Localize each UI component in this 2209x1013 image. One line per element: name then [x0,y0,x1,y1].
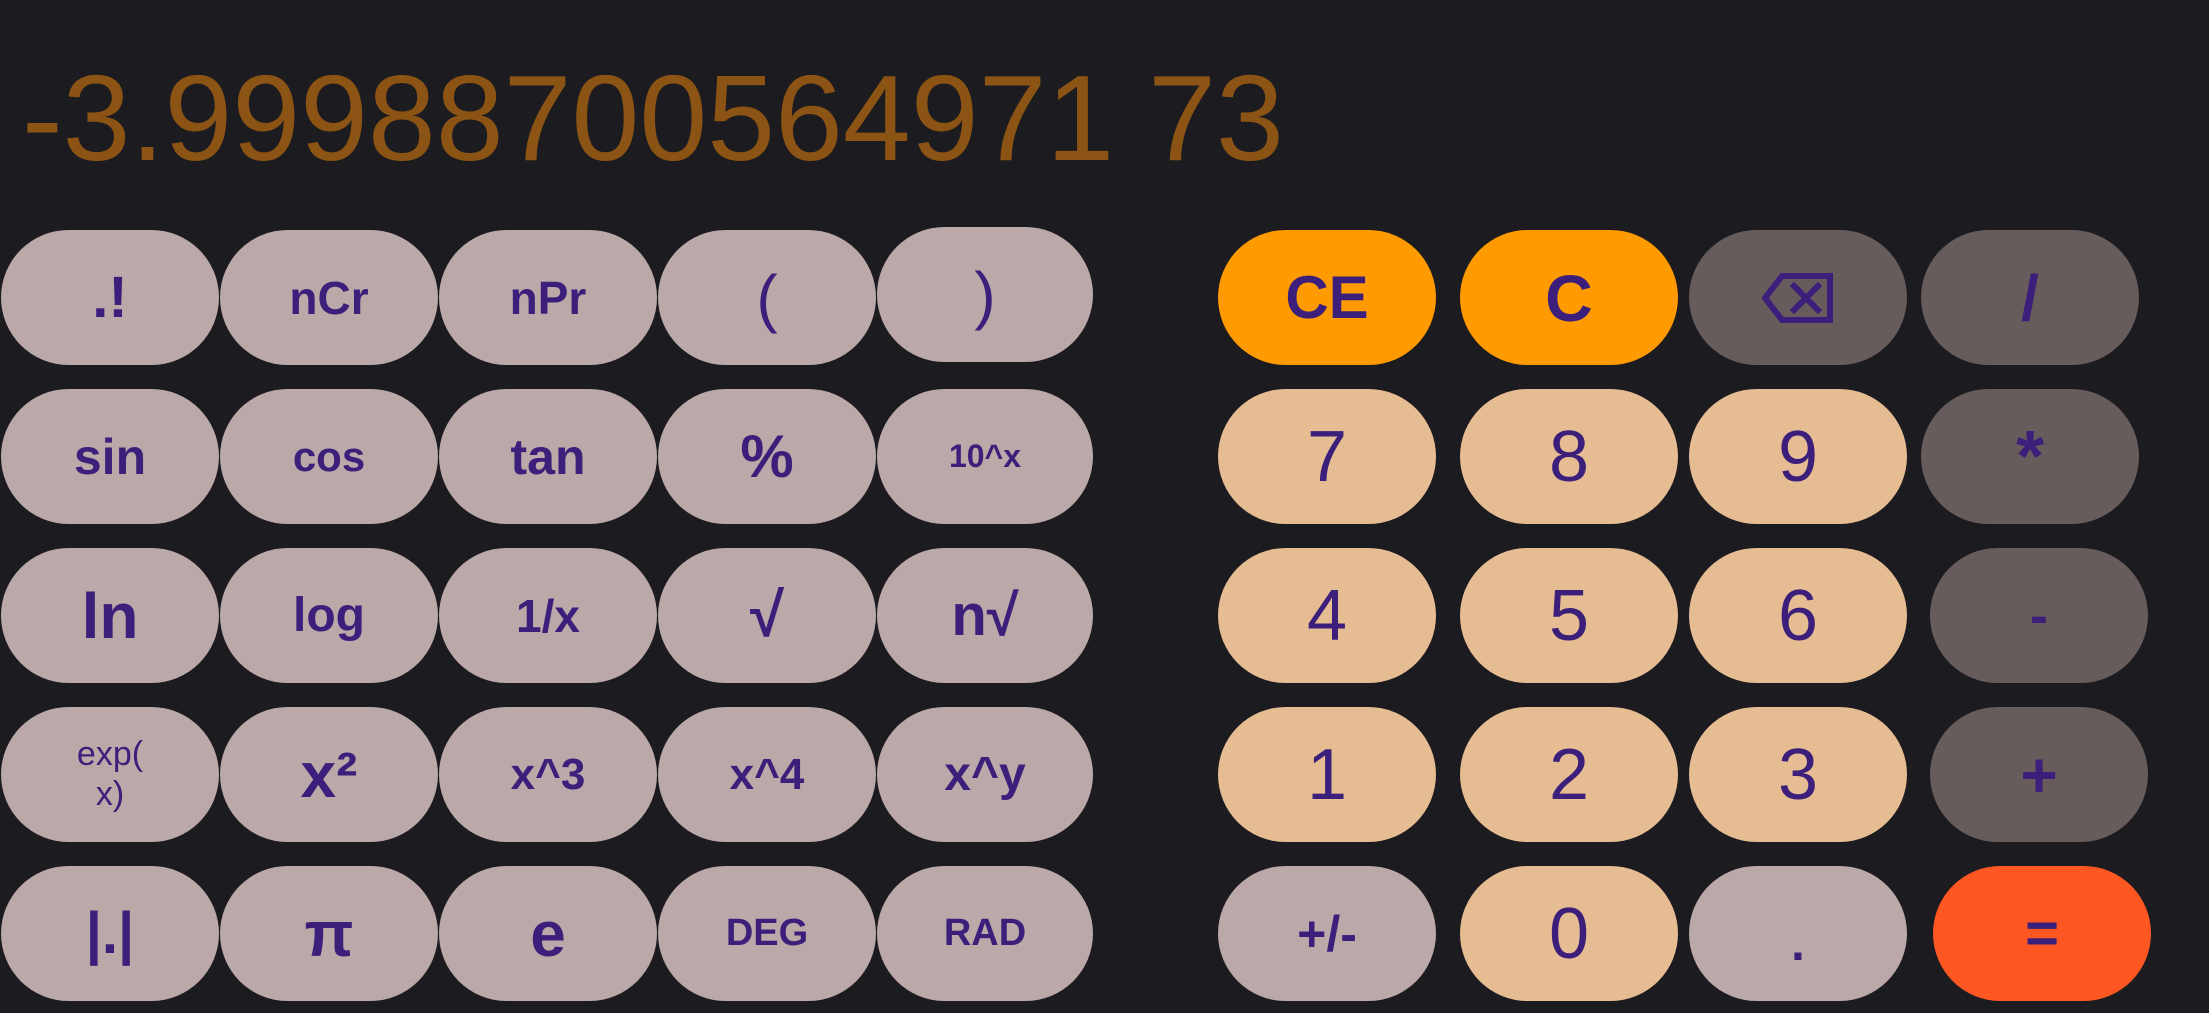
digit-5-button[interactable]: 5 [1460,548,1678,683]
x-cubed-button[interactable]: x^3 [439,707,657,842]
multiply-button[interactable]: * [1921,389,2139,524]
ten-power-x-button[interactable]: 10^x [877,389,1093,524]
subtract-button[interactable]: - [1930,548,2148,683]
backspace-icon [1762,272,1834,324]
npr-button[interactable]: nPr [439,230,657,365]
digit-2-button[interactable]: 2 [1460,707,1678,842]
digit-0-button[interactable]: 0 [1460,866,1678,1001]
clear-button[interactable]: C [1460,230,1678,365]
x-power-y-button[interactable]: x^y [877,707,1093,842]
digit-4-button[interactable]: 4 [1218,548,1436,683]
clear-entry-button[interactable]: CE [1218,230,1436,365]
result-display: -3.99988700564971 73 [22,48,2122,188]
deg-button[interactable]: DEG [658,866,876,1001]
pi-button[interactable]: π [220,866,438,1001]
square-root-button[interactable]: √ [658,548,876,683]
backspace-button[interactable] [1689,230,1907,365]
digit-6-button[interactable]: 6 [1689,548,1907,683]
euler-button[interactable]: e [439,866,657,1001]
rad-button[interactable]: RAD [877,866,1093,1001]
digit-3-button[interactable]: 3 [1689,707,1907,842]
exp-button[interactable]: exp( x) [1,707,219,842]
open-paren-button[interactable]: ( [658,230,876,365]
tan-button[interactable]: tan [439,389,657,524]
add-button[interactable]: + [1930,707,2148,842]
absolute-value-button[interactable]: |.| [1,866,219,1001]
digit-9-button[interactable]: 9 [1689,389,1907,524]
sign-toggle-button[interactable]: +/- [1218,866,1436,1001]
factorial-button[interactable]: .! [1,230,219,365]
cos-button[interactable]: cos [220,389,438,524]
decimal-button[interactable]: . [1689,866,1907,1001]
sin-button[interactable]: sin [1,389,219,524]
digit-8-button[interactable]: 8 [1460,389,1678,524]
x-squared-button[interactable]: x² [220,707,438,842]
nth-root-button[interactable]: n√ [877,548,1093,683]
log-button[interactable]: log [220,548,438,683]
digit-1-button[interactable]: 1 [1218,707,1436,842]
reciprocal-button[interactable]: 1/x [439,548,657,683]
x-fourth-button[interactable]: x^4 [658,707,876,842]
ncr-button[interactable]: nCr [220,230,438,365]
percent-button[interactable]: % [658,389,876,524]
digit-7-button[interactable]: 7 [1218,389,1436,524]
result-value: -3.99988700564971 73 [22,50,1284,186]
close-paren-button[interactable]: ) [877,227,1093,362]
divide-button[interactable]: / [1921,230,2139,365]
equals-button[interactable]: = [1933,866,2151,1001]
ln-button[interactable]: ln [1,548,219,683]
